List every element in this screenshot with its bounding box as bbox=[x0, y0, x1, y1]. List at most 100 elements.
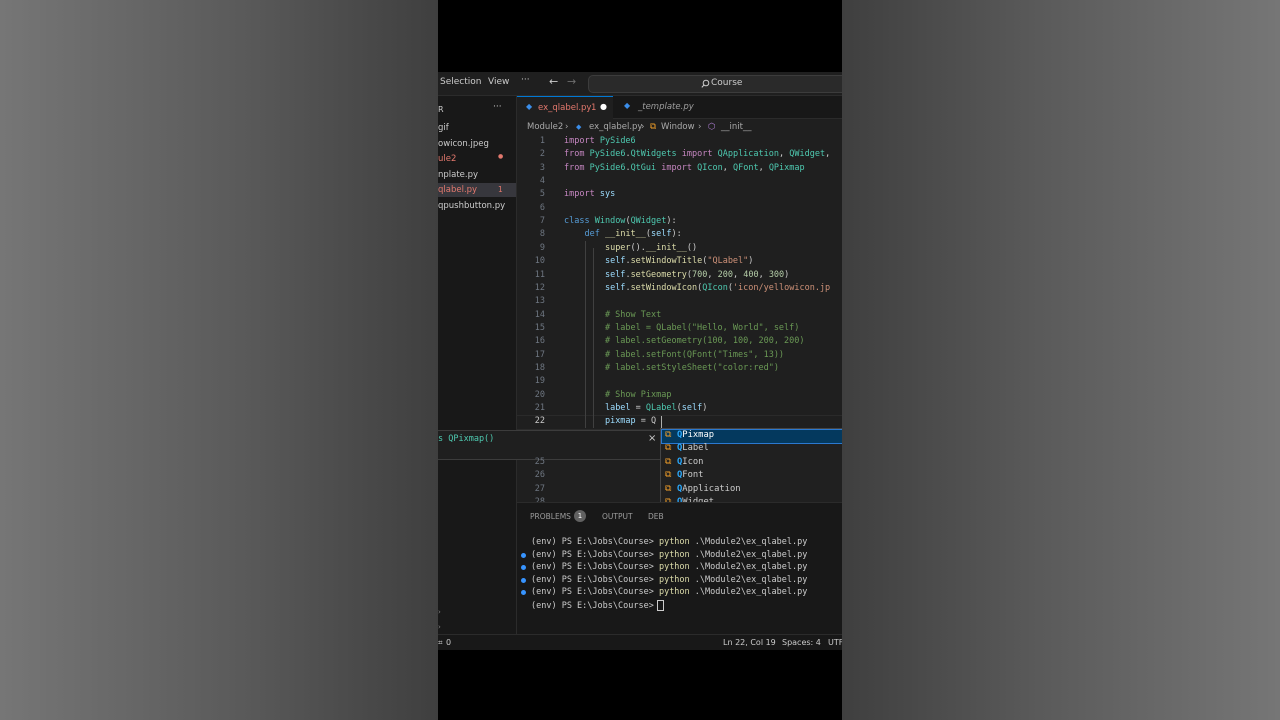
line-number: 10 bbox=[534, 256, 545, 267]
explorer-item-label: nplate.py bbox=[438, 170, 479, 180]
code-line: self.setWindowIcon(QIcon('icon/yellowico… bbox=[604, 282, 831, 293]
line-number: 15 bbox=[534, 322, 545, 333]
unsaved-dot-icon[interactable]: ● bbox=[600, 102, 607, 111]
explorer-item[interactable]: nplate.py bbox=[438, 168, 516, 182]
method-icon: ⬡ bbox=[708, 122, 716, 132]
status-bar: ⌗ 0 Ln 22, Col 19 Spaces: 4 UTF bbox=[438, 634, 842, 650]
code-line: from PySide6.QtWidgets import QApplicati… bbox=[564, 149, 831, 160]
breadcrumb-separator: › bbox=[641, 122, 645, 132]
forward-arrow-icon[interactable]: → bbox=[567, 75, 576, 88]
class-icon: ⧉ bbox=[665, 470, 672, 481]
line-number: 12 bbox=[534, 282, 545, 293]
terminal-args: .\Module2\ex_qlabel.py bbox=[694, 587, 808, 597]
explorer-item[interactable]: qlabel.py 1 bbox=[438, 183, 516, 197]
outline-section[interactable]: › bbox=[438, 608, 441, 616]
line-number: 2 bbox=[539, 149, 545, 160]
code-line: # label = QLabel("Hello, World", self) bbox=[564, 322, 800, 333]
code-line: self.setWindowTitle("QLabel") bbox=[604, 256, 754, 267]
line-number: 25 bbox=[534, 457, 545, 467]
terminal-status-dot-icon bbox=[521, 565, 526, 570]
search-text: Course bbox=[711, 78, 743, 88]
menu-selection[interactable]: Selection bbox=[440, 77, 481, 87]
explorer-item-label: qlabel.py bbox=[438, 185, 478, 195]
terminal-prompt: (env) PS E:\Jobs\Course> bbox=[531, 574, 654, 585]
background-right bbox=[842, 0, 1280, 720]
command-center-search[interactable]: Course bbox=[588, 75, 842, 93]
close-icon[interactable]: × bbox=[648, 433, 656, 444]
terminal-args: .\Module2\ex_qlabel.py bbox=[694, 562, 808, 572]
peek-signature: s QPixmap() bbox=[438, 434, 495, 444]
ports-icon[interactable]: ⌗ bbox=[438, 638, 443, 648]
line-number: 5 bbox=[539, 189, 545, 200]
suggestion-item[interactable]: ⧉ QLabel bbox=[662, 443, 842, 456]
code-line: # label.setFont(QFont("Times", 13)) bbox=[564, 349, 785, 360]
suggestion-item[interactable]: ⧉ QPixmap bbox=[661, 428, 842, 445]
tab-output[interactable]: OUTPUT bbox=[602, 512, 633, 521]
terminal-prompt: (env) PS E:\Jobs\Course> bbox=[531, 587, 654, 597]
tab-problems[interactable]: PROBLEMS bbox=[530, 512, 571, 521]
indentation[interactable]: Spaces: 4 bbox=[782, 638, 821, 647]
menu-view[interactable]: View bbox=[488, 77, 509, 87]
explorer-item[interactable]: ule2 ● bbox=[438, 152, 516, 166]
editor-tabs: ◆ ex_qlabel.py 1 ● ◆ _template.py bbox=[517, 96, 842, 119]
terminal-command: python bbox=[658, 562, 690, 572]
line-number: 3 bbox=[539, 162, 545, 173]
tab-debug-console[interactable]: DEB bbox=[648, 512, 664, 521]
vscode-window: Selection View ··· ← → Course R ··· gif o… bbox=[438, 72, 842, 650]
terminal-status-dot-icon bbox=[521, 590, 526, 595]
line-number: 20 bbox=[534, 389, 545, 400]
terminal-line: (env) PS E:\Jobs\Course> python .\Module… bbox=[531, 550, 807, 560]
breadcrumb-method[interactable]: __init__ bbox=[721, 122, 751, 132]
line-number: 27 bbox=[534, 483, 545, 494]
explorer-item[interactable]: owicon.jpeg bbox=[438, 137, 516, 151]
code-line: # label.setGeometry(100, 100, 200, 200) bbox=[564, 336, 805, 347]
terminal-prompt: (env) PS E:\Jobs\Course> bbox=[531, 562, 654, 572]
back-arrow-icon[interactable]: ← bbox=[549, 75, 558, 88]
explorer-item-label: qpushbutton.py bbox=[438, 201, 506, 211]
class-icon: ⧉ bbox=[665, 456, 672, 467]
cursor-position[interactable]: Ln 22, Col 19 bbox=[723, 638, 776, 647]
suggestion-item[interactable]: ⧉ QIcon bbox=[662, 457, 842, 470]
tab-problem-count: 1 bbox=[591, 103, 597, 113]
search-icon bbox=[701, 79, 710, 88]
breadcrumb-class[interactable]: Window bbox=[661, 122, 695, 132]
terminal-status-dot-icon bbox=[521, 552, 526, 558]
code-line: # Show Text bbox=[564, 309, 662, 320]
line-number: 17 bbox=[534, 349, 545, 360]
code-line: import PySide6 bbox=[564, 136, 636, 146]
line-number: 6 bbox=[539, 202, 545, 213]
timeline-section[interactable]: › bbox=[438, 623, 441, 631]
terminal-line: (env) PS E:\Jobs\Course> python .\Module… bbox=[531, 562, 807, 572]
text-cursor bbox=[661, 416, 662, 429]
line-number: 16 bbox=[534, 336, 545, 347]
class-icon: ⧉ bbox=[650, 122, 657, 132]
line-number: 22 bbox=[534, 416, 545, 427]
line-number: 18 bbox=[534, 362, 545, 373]
terminal-args: .\Module2\ex_qlabel.py bbox=[694, 574, 808, 585]
terminal-line: (env) PS E:\Jobs\Course> python .\Module… bbox=[531, 575, 807, 585]
explorer-item[interactable]: qpushbutton.py bbox=[438, 199, 516, 213]
terminal-cursor bbox=[656, 599, 664, 611]
terminal-line: (env) PS E:\Jobs\Course> python .\Module… bbox=[531, 537, 807, 547]
line-number: 4 bbox=[539, 176, 545, 186]
suggestion-label: Label bbox=[682, 443, 709, 454]
menu-more[interactable]: ··· bbox=[521, 75, 530, 85]
suggestion-item[interactable]: ⧉ QFont bbox=[662, 470, 842, 483]
explorer-more-icon[interactable]: ··· bbox=[493, 102, 502, 112]
code-line: pixmap = Q bbox=[604, 416, 657, 427]
explorer-item[interactable]: gif bbox=[438, 121, 516, 135]
video-frame: Selection View ··· ← → Course R ··· gif o… bbox=[438, 0, 842, 720]
code-line: class Window(QWidget): bbox=[564, 216, 677, 227]
tab-ex-qlabel[interactable]: ◆ ex_qlabel.py 1 ● bbox=[517, 96, 613, 119]
breadcrumb-file[interactable]: ex_qlabel.py bbox=[589, 122, 642, 132]
explorer-item-label: ule2 bbox=[438, 154, 457, 164]
tab-template[interactable]: ◆ _template.py bbox=[614, 96, 710, 118]
encoding[interactable]: UTF bbox=[828, 638, 842, 647]
tab-label: _template.py bbox=[638, 102, 694, 112]
suggestion-item[interactable]: ⧉ QApplication bbox=[662, 484, 842, 497]
status-count[interactable]: 0 bbox=[446, 638, 451, 647]
line-number: 21 bbox=[534, 403, 545, 413]
breadcrumb-module2[interactable]: Module2 bbox=[527, 122, 563, 132]
code-line: import sys bbox=[564, 189, 616, 200]
suggestion-label: Application bbox=[682, 483, 741, 494]
